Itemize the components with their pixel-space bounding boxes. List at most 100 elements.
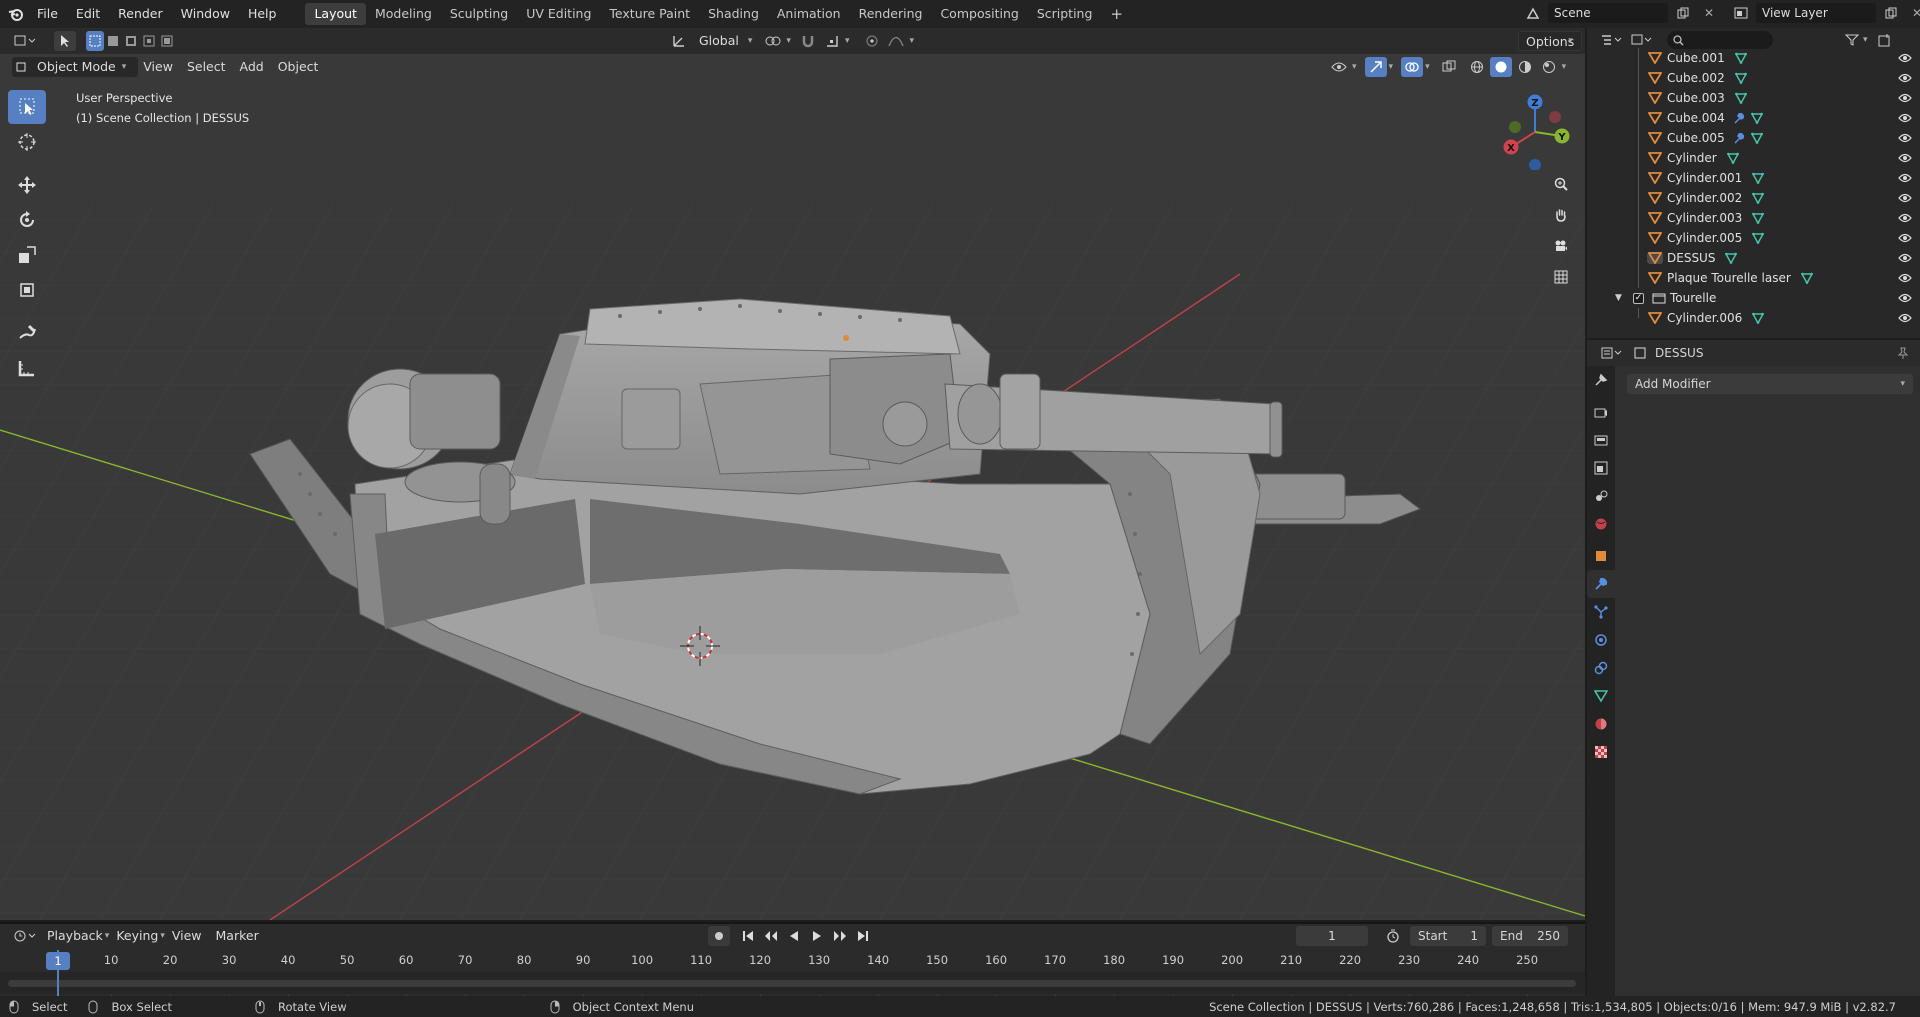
menu-add[interactable]: Add (233, 57, 271, 77)
visibility-eye-icon[interactable] (1898, 233, 1912, 243)
outliner-row[interactable]: Cylinder.001 (1587, 168, 1920, 188)
outliner-row[interactable]: Cylinder.003 (1587, 208, 1920, 228)
tab-physics-icon[interactable] (1587, 626, 1615, 654)
tab-texture-icon[interactable] (1587, 738, 1615, 766)
menu-select[interactable]: Select (180, 57, 233, 77)
prev-keyframe-icon[interactable] (760, 926, 782, 946)
outliner-item-name[interactable]: Cylinder.001 (1667, 171, 1742, 185)
outliner-row[interactable]: Cylinder.006 (1587, 308, 1920, 328)
copy-view-layer-icon[interactable] (1880, 3, 1902, 23)
record-icon[interactable] (708, 926, 730, 946)
menu-view[interactable]: View (136, 57, 180, 77)
snap-magnet-icon[interactable] (797, 31, 819, 51)
stopwatch-icon[interactable] (1382, 926, 1404, 946)
outliner-item-name[interactable]: Cylinder.002 (1667, 191, 1742, 205)
editor-type-icon[interactable] (10, 31, 40, 51)
outliner-collection-row[interactable]: ▼ ✓ Tourelle (1587, 288, 1920, 308)
mesh-data-icon[interactable] (1734, 92, 1747, 104)
tool-scale-icon[interactable] (8, 238, 46, 272)
outliner-item-name[interactable]: Plaque Tourelle laser (1667, 271, 1791, 285)
select-intersect-icon[interactable] (158, 31, 176, 51)
jump-start-icon[interactable] (737, 926, 759, 946)
close-scene-icon[interactable]: ✕ (1698, 3, 1720, 23)
overlays-toggle-icon[interactable] (1401, 57, 1424, 77)
outliner-item-name[interactable]: DESSUS (1667, 251, 1715, 265)
jump-end-icon[interactable] (852, 926, 874, 946)
pin-icon[interactable] (1892, 343, 1914, 363)
tab-tool-icon[interactable] (1587, 366, 1615, 394)
mesh-data-icon[interactable] (1725, 252, 1738, 264)
gizmo-toggle-icon[interactable] (1364, 57, 1387, 77)
close-view-layer-icon[interactable]: ✕ (1906, 3, 1920, 23)
keyframe-track[interactable] (0, 972, 1585, 994)
outliner-row[interactable]: Cylinder (1587, 148, 1920, 168)
visibility-eye-icon[interactable] (1898, 153, 1912, 163)
outliner-row[interactable]: DESSUS (1587, 248, 1920, 268)
outliner-item-name[interactable]: Cylinder (1667, 151, 1717, 165)
tab-modeling[interactable]: Modeling (366, 3, 441, 25)
proportional-edit-icon[interactable] (861, 31, 883, 51)
menu-render[interactable]: Render (109, 3, 172, 25)
tab-object-icon[interactable] (1587, 542, 1615, 570)
menu-keying[interactable]: Keying (109, 926, 165, 946)
mesh-data-icon[interactable] (1752, 192, 1765, 204)
select-extend-icon[interactable] (104, 31, 122, 51)
navigation-gizmo[interactable]: Z Y X (1495, 90, 1575, 171)
transform-orientation-dropdown[interactable]: Global (692, 31, 746, 51)
menu-file[interactable]: File (28, 3, 67, 25)
visibility-eye-icon[interactable] (1898, 253, 1912, 263)
new-collection-icon[interactable] (1874, 30, 1896, 50)
zoom-view-icon[interactable] (1547, 170, 1575, 198)
outliner-item-name[interactable]: Cylinder.003 (1667, 211, 1742, 225)
menu-edit[interactable]: Edit (67, 3, 109, 25)
mesh-data-icon[interactable] (1752, 212, 1765, 224)
collection-checkbox[interactable]: ✓ (1633, 292, 1644, 304)
tool-annotate-icon[interactable] (8, 316, 46, 350)
visibility-eye-icon[interactable] (1898, 53, 1912, 63)
menu-help[interactable]: Help (239, 3, 286, 25)
visibility-eye-icon[interactable] (1328, 57, 1350, 77)
tab-object-data-icon[interactable] (1587, 682, 1615, 710)
tab-animation[interactable]: Animation (768, 3, 850, 25)
tool-measure-icon[interactable] (8, 351, 46, 385)
snap-target-icon[interactable] (821, 31, 843, 51)
outliner-row[interactable]: Cylinder.002 (1587, 188, 1920, 208)
mesh-data-icon[interactable] (1726, 152, 1739, 164)
tab-compositing[interactable]: Compositing (931, 3, 1027, 25)
mesh-data-icon[interactable] (1752, 172, 1765, 184)
tab-uv-editing[interactable]: UV Editing (517, 3, 600, 25)
outliner-item-name[interactable]: Cube.002 (1667, 71, 1725, 85)
start-frame-field[interactable]: Start 1 (1410, 926, 1486, 946)
collection-name[interactable]: Tourelle (1670, 291, 1716, 305)
shading-wireframe-icon[interactable] (1466, 57, 1488, 77)
menu-playback[interactable]: Playback (40, 926, 110, 946)
outliner-item-name[interactable]: Cube.004 (1667, 111, 1725, 125)
outliner-row[interactable]: Cylinder.005 (1587, 228, 1920, 248)
add-modifier-dropdown[interactable]: Add Modifier ▾ (1627, 374, 1913, 394)
timeline-editor-type-icon[interactable] (10, 926, 40, 946)
shading-solid-icon[interactable] (1489, 57, 1512, 77)
tab-output-icon[interactable] (1587, 426, 1615, 454)
tool-cursor-icon[interactable] (8, 125, 46, 159)
disclosure-triangle-icon[interactable]: ▼ (1615, 293, 1627, 303)
filter-icon[interactable] (1841, 30, 1863, 50)
tab-view-layer-icon[interactable] (1587, 454, 1615, 482)
visibility-eye-icon[interactable] (1898, 293, 1912, 303)
timeline-scrollbar[interactable] (8, 980, 1576, 987)
tab-sculpting[interactable]: Sculpting (441, 3, 517, 25)
visibility-eye-icon[interactable] (1898, 273, 1912, 283)
pan-hand-icon[interactable] (1547, 201, 1575, 229)
object-mode-icon[interactable] (12, 57, 30, 77)
outliner-row[interactable]: Cube.001 (1587, 48, 1920, 68)
tab-rendering[interactable]: Rendering (850, 3, 932, 25)
visibility-eye-icon[interactable] (1898, 73, 1912, 83)
tool-move-icon[interactable] (8, 168, 46, 202)
tool-rotate-icon[interactable] (8, 203, 46, 237)
tab-constraints-icon[interactable] (1587, 654, 1615, 682)
scene-name-field[interactable]: Scene (1548, 3, 1668, 23)
view-layer-icon[interactable] (1730, 3, 1752, 23)
tab-world-icon[interactable] (1587, 510, 1615, 538)
outliner-row[interactable]: Plaque Tourelle laser (1587, 268, 1920, 288)
mesh-data-icon[interactable] (1750, 112, 1763, 124)
tool-transform-icon[interactable] (8, 273, 46, 307)
